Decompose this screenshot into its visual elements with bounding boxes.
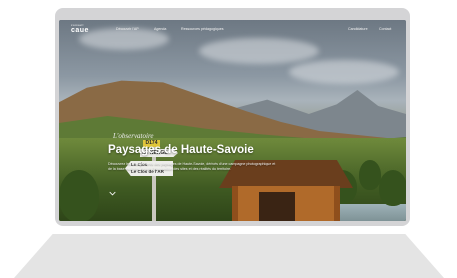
page-title: Paysages de Haute-Savoie — [108, 144, 254, 156]
chevron-down-icon[interactable] — [109, 190, 116, 197]
hero-kicker: L'observatoire — [113, 132, 154, 140]
nav-link-discover[interactable]: Découvrir l'AP — [116, 27, 139, 32]
tree — [359, 160, 381, 190]
laptop-base — [14, 234, 444, 278]
tree — [59, 170, 99, 221]
nav-link-resources[interactable]: Ressources pédagogiques — [181, 27, 224, 32]
nav-link-contact[interactable]: Contact — [379, 27, 391, 32]
hut-door — [259, 192, 295, 221]
site-logo[interactable]: conseil caue — [71, 23, 89, 35]
hero-description: Découvrez les changements des paysages d… — [108, 162, 276, 171]
nav-link-agenda[interactable]: Agenda — [154, 27, 166, 32]
hut-post — [232, 186, 238, 221]
hut-post — [334, 186, 340, 221]
site-header: conseil caue Découvrir l'AP Agenda Resso… — [59, 20, 406, 38]
cloud — [199, 38, 319, 64]
logo-text: caue — [71, 27, 89, 34]
nav-link-application[interactable]: Candidature — [348, 27, 368, 32]
laptop-screen: D174 LE NERGE Le Clos Le Clos de l'AR co… — [59, 20, 406, 221]
cloud — [289, 60, 399, 84]
tree — [379, 170, 406, 206]
